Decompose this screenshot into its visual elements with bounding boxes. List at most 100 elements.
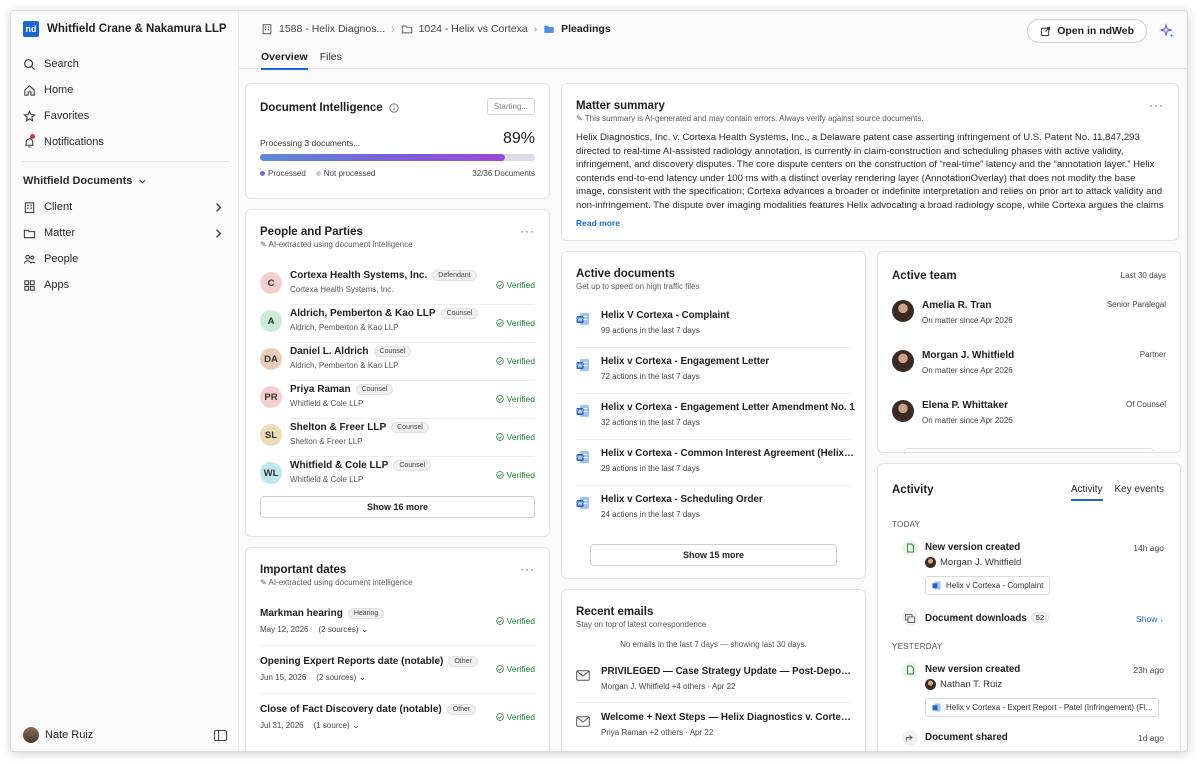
- date-row[interactable]: Markman hearing Hearing May 12, 2026 (2 sou…: [260, 604, 535, 650]
- info-icon[interactable]: [389, 103, 399, 113]
- show-more-documents-button[interactable]: Show 15 more: [590, 544, 837, 566]
- verified-status: Verified: [495, 470, 535, 480]
- chevron-down-icon: ⌄: [349, 720, 360, 730]
- legend-not-processed: Not processed: [323, 169, 376, 178]
- person-name: Aldrich, Pemberton & Kao LLP Counsel: [290, 308, 479, 319]
- document-name: Helix V Cortexa - Complaint: [601, 310, 730, 321]
- team-member-row[interactable]: Morgan J. Whitfield On matter since Apr 2…: [892, 346, 1166, 396]
- date-name: Markman hearing Hearing: [260, 608, 385, 619]
- show-downloads-link[interactable]: Show ↓: [1136, 614, 1164, 624]
- document-row[interactable]: W Helix V Cortexa - Complaint 99 actions i…: [576, 304, 851, 350]
- sources-toggle[interactable]: (2 sources) ⌄: [318, 624, 368, 634]
- activity-title: New version created: [925, 664, 1021, 675]
- document-row[interactable]: W Helix v Cortexa - Engagement Letter Ame…: [576, 396, 855, 442]
- avatar: [925, 679, 936, 690]
- breadcrumb-separator: ›: [391, 23, 395, 35]
- date-name: Opening Expert Reports date (notable) Oth…: [260, 656, 478, 667]
- breadcrumb-matter[interactable]: 1024 - Helix vs Cortexa: [419, 23, 528, 35]
- row-divider: [576, 393, 851, 394]
- verified-status: Verified: [495, 356, 535, 366]
- sparkle-icon[interactable]: [1159, 23, 1175, 39]
- person-org: Cortexa Health Systems, Inc.: [290, 285, 394, 294]
- open-in-ndweb-button[interactable]: Open in ndWeb: [1027, 19, 1147, 43]
- header: 1588 - Helix Diagnos... › 1024 - Helix v…: [239, 11, 1187, 70]
- tab-overview[interactable]: Overview: [261, 51, 308, 70]
- person-row[interactable]: SL Shelton & Freer LLP Counsel Shelton & Fr…: [260, 418, 535, 456]
- person-name: Priya Raman Counsel: [290, 384, 394, 395]
- card-title: Recent emails: [576, 606, 654, 618]
- activity-time: 14h ago: [1133, 543, 1164, 553]
- tab-files[interactable]: Files: [320, 51, 342, 70]
- document-row[interactable]: W Helix v Cortexa - Engagement Letter 72 a…: [576, 350, 851, 396]
- sidebar-item-apps[interactable]: Apps: [21, 272, 229, 298]
- important-dates-card: Important dates ✎ AI-extracted using doc…: [245, 547, 550, 751]
- breadcrumb-client[interactable]: 1588 - Helix Diagnos...: [279, 23, 385, 35]
- verified-status: Verified: [495, 318, 535, 328]
- brand[interactable]: nd Whitfield Crane & Nakamura LLP: [23, 21, 227, 37]
- tab-key-events[interactable]: Key events: [1115, 484, 1164, 501]
- date-row[interactable]: Opening Expert Reports date (notable) Oth…: [260, 652, 535, 698]
- member-role: Of Counsel: [1125, 400, 1166, 409]
- person-row[interactable]: C Cortexa Health Systems, Inc. Defendant Co…: [260, 266, 535, 304]
- activity-title: Document downloads 52: [925, 612, 1050, 624]
- sidebar-item-notifications[interactable]: Notifications: [21, 129, 229, 155]
- check-circle-icon: [495, 395, 504, 403]
- processing-status: Processing 3 documents...: [260, 138, 361, 148]
- sidebar-item-search[interactable]: Search: [21, 51, 229, 77]
- check-circle-icon: [495, 433, 504, 441]
- member-name: Amelia R. Tran: [922, 300, 992, 311]
- sources-toggle[interactable]: (2 sources) ⌄: [316, 672, 367, 682]
- card-title: Active documents: [576, 268, 676, 280]
- row-divider: [576, 702, 851, 703]
- sidebar-item-people[interactable]: People: [21, 246, 229, 272]
- activity-file-chip[interactable]: Helix v Cortexa - Complaint: [925, 576, 1051, 595]
- more-options-button[interactable]: ···: [520, 562, 535, 576]
- document-row[interactable]: W Helix v Cortexa - Scheduling Order 24 ac…: [576, 488, 851, 534]
- card-title: Matter summary: [576, 100, 665, 112]
- user-profile[interactable]: Nate Ruiz: [23, 727, 227, 743]
- document-actions: 99 actions in the last 7 days: [601, 326, 700, 335]
- person-org: Aldrich, Pemberton & Kao LLP: [290, 323, 399, 332]
- word-doc-icon: W: [576, 450, 590, 464]
- date-type-badge: Other: [446, 704, 477, 715]
- sidebar-item-matter[interactable]: Matter: [21, 220, 229, 246]
- team-member-row[interactable]: Elena P. Whittaker On matter since Apr 20…: [892, 396, 1166, 446]
- person-row[interactable]: PR Priya Raman Counsel Whitfield & Cole LLP…: [260, 380, 535, 418]
- date-meta: Jun 15, 2026 (2 sources) ⌄: [260, 672, 366, 683]
- show-more-people-button[interactable]: Show 16 more: [260, 496, 535, 518]
- activity-time: 23h ago: [1133, 665, 1164, 675]
- activity-file-chip[interactable]: Helix v Cortexa - Expert Report - Patel …: [925, 698, 1160, 717]
- document-name: Helix v Cortexa - Engagement Letter Amen…: [601, 402, 855, 413]
- sidebar-item-client[interactable]: Client: [21, 194, 229, 220]
- person-row[interactable]: WL Whitfield & Cole LLP Counsel Whitfield &…: [260, 456, 535, 494]
- breadcrumb-current[interactable]: Pleadings: [561, 23, 611, 35]
- row-divider: [260, 645, 535, 646]
- person-row[interactable]: A Aldrich, Pemberton & Kao LLP Counsel Aldr…: [260, 304, 535, 342]
- day-label-today: TODAY: [892, 520, 921, 529]
- tab-activity[interactable]: Activity: [1070, 484, 1103, 501]
- more-options-button[interactable]: ···: [520, 224, 535, 238]
- brand-logo: nd: [23, 21, 39, 37]
- read-more-link[interactable]: Read more: [576, 218, 620, 228]
- panel-toggle-icon[interactable]: [214, 729, 227, 741]
- word-doc-icon: W: [576, 404, 590, 418]
- starting-button[interactable]: Starting...: [487, 98, 535, 115]
- sidebar-item-label: Notifications: [44, 136, 104, 148]
- sidebar-item-home[interactable]: Home: [21, 77, 229, 103]
- document-row[interactable]: W Helix v Cortexa - Common Interest Agree…: [576, 442, 856, 488]
- role-badge: Counsel: [393, 460, 432, 471]
- verified-status: Verified: [495, 394, 535, 404]
- person-row[interactable]: DA Daniel L. Aldrich Counsel Aldrich, Pembe…: [260, 342, 535, 380]
- email-row[interactable]: Welcome + Next Steps — Helix Diagnostics…: [576, 708, 851, 751]
- ai-disclaimer: ✎ This summary is AI-generated and may c…: [576, 114, 924, 123]
- chevron-down-icon: ⌄: [356, 672, 367, 682]
- avatar: [892, 350, 914, 372]
- sources-toggle[interactable]: (1 source) ⌄: [314, 720, 360, 730]
- team-member-row[interactable]: Amelia R. Tran On matter since Apr 2026 Se…: [892, 296, 1166, 346]
- more-options-button[interactable]: ···: [1149, 98, 1164, 112]
- sidebar-group-header[interactable]: Whitfield Documents: [21, 168, 229, 194]
- sidebar-item-favorites[interactable]: Favorites: [21, 103, 229, 129]
- date-row[interactable]: Close of Fact Discovery date (notable) Ot…: [260, 700, 535, 746]
- scroll-edge: [904, 448, 1154, 454]
- download-count: 52: [1030, 612, 1050, 623]
